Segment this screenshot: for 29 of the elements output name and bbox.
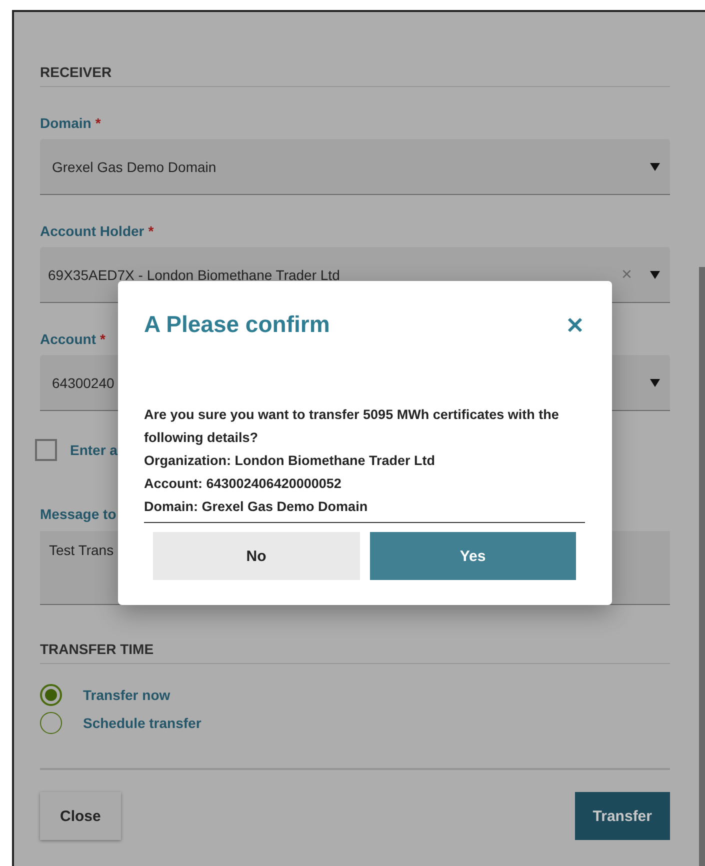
- dropdown-arrow-icon: [650, 270, 660, 278]
- transfer-button[interactable]: Transfer: [574, 792, 670, 840]
- section-heading: TRANSFER TIME: [40, 641, 670, 664]
- checkbox[interactable]: [35, 439, 57, 461]
- no-button[interactable]: No: [153, 532, 360, 580]
- dialog-text: Organization: London Biomethane Trader Ltd: [144, 452, 436, 470]
- field-label: Account Holder: [40, 223, 144, 239]
- close-button[interactable]: Close: [40, 792, 121, 840]
- field-label: Message to: [40, 506, 116, 522]
- dialog-text: Are you sure you want to transfer 5095 MWh certificates with the following details?: [144, 406, 560, 447]
- dialog-title: A Please confirm: [144, 311, 330, 338]
- yes-button[interactable]: Yes: [370, 532, 576, 580]
- field-label: Domain: [40, 115, 92, 131]
- radio-button[interactable]: [40, 712, 62, 734]
- required-mark: *: [100, 331, 106, 347]
- close-icon[interactable]: [567, 316, 583, 332]
- dropdown-arrow-icon: [650, 162, 660, 170]
- section-heading: RECEIVER: [40, 64, 670, 87]
- dialog-text: Domain: Grexel Gas Demo Domain: [144, 498, 369, 516]
- radio-button[interactable]: [40, 684, 62, 706]
- field-label: Account: [40, 331, 96, 347]
- radio-label: Schedule transfer: [83, 715, 202, 731]
- checkbox-label: Enter a: [70, 442, 118, 458]
- radio-label: Transfer now: [83, 687, 170, 703]
- dialog-text: Account: 643002406420000052: [144, 475, 342, 493]
- dropdown-arrow-icon: [650, 378, 660, 386]
- dropdown-field[interactable]: Grexel Gas Demo Domain: [40, 139, 670, 195]
- required-mark: *: [95, 115, 101, 131]
- required-mark: *: [148, 223, 154, 239]
